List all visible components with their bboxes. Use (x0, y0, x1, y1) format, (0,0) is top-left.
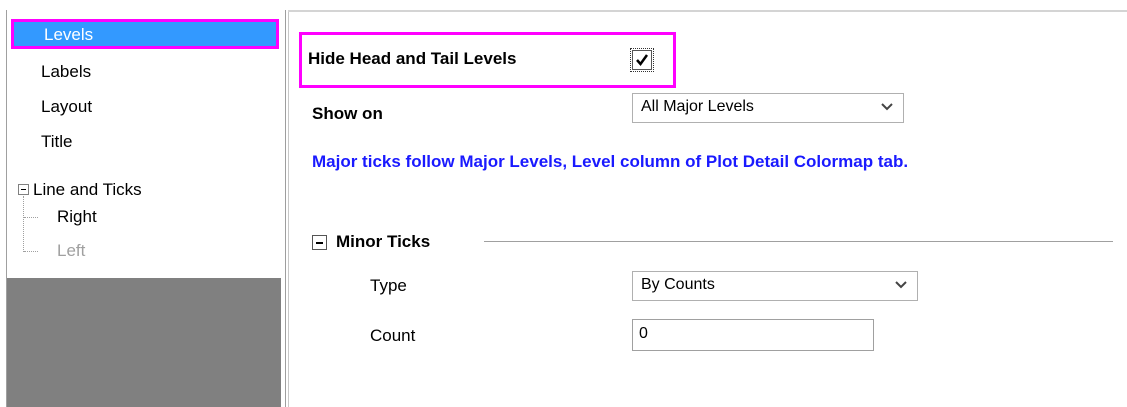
chevron-down-icon (881, 103, 893, 111)
panel-divider (288, 10, 289, 407)
tree-item-label: Labels (41, 62, 92, 81)
tree-connector (24, 251, 38, 252)
info-note: Major ticks follow Major Levels, Level c… (312, 152, 909, 171)
collapse-icon[interactable] (312, 235, 327, 250)
tree-connector (23, 196, 24, 252)
settings-tree: Levels Labels Layout Title Line and Tick… (6, 10, 281, 407)
type-dropdown[interactable]: By Counts (632, 271, 918, 301)
group-rule (484, 241, 1113, 242)
tree-item-levels[interactable]: Levels (11, 19, 279, 49)
minor-ticks-title: Minor Ticks (336, 232, 431, 251)
tree-item-title[interactable]: Title (41, 130, 73, 154)
tree-item-label: Title (41, 132, 73, 151)
count-value: 0 (639, 325, 648, 342)
tree-item-label: Layout (41, 97, 93, 116)
panel-divider (285, 10, 286, 407)
show-on-label: Show on (312, 104, 383, 123)
tree-item-label: Right (57, 207, 97, 226)
top-rule (288, 10, 1127, 12)
tree-item-line-and-ticks[interactable]: Line and Ticks (33, 178, 142, 202)
checkmark-icon (636, 54, 649, 67)
tree-connector (24, 217, 38, 218)
tree-item-label: Line and Ticks (33, 180, 142, 199)
tree-item-layout[interactable]: Layout (41, 95, 92, 119)
tree-item-label: Levels (44, 25, 94, 44)
tree-item-label: Left (57, 241, 86, 260)
tree-item-labels[interactable]: Labels (41, 60, 91, 84)
hide-head-tail-checkbox[interactable] (630, 48, 654, 72)
collapse-icon[interactable] (18, 184, 29, 195)
tree-list: Levels Labels Layout Title Line and Tick… (7, 10, 281, 278)
tree-item-left: Left (57, 239, 85, 263)
show-on-dropdown[interactable]: All Major Levels (632, 93, 904, 123)
type-value: By Counts (641, 276, 715, 293)
count-field[interactable]: 0 (632, 319, 874, 351)
hide-head-tail-label: Hide Head and Tail Levels (308, 49, 517, 68)
chevron-down-icon (895, 281, 907, 289)
tree-item-right[interactable]: Right (57, 205, 97, 229)
show-on-value: All Major Levels (641, 98, 754, 115)
count-label: Count (370, 326, 416, 345)
type-label: Type (370, 276, 407, 295)
